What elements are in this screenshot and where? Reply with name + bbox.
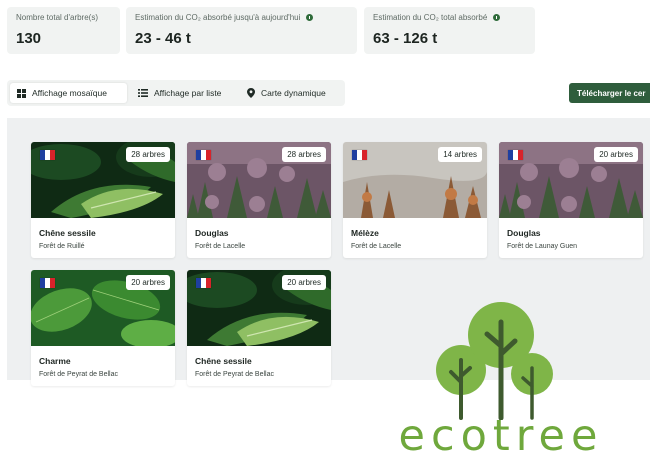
forest-name: Forêt de Lacelle (351, 243, 402, 250)
france-flag-icon (196, 150, 211, 160)
species-name: Chêne sessile (39, 228, 96, 238)
grid-icon (17, 88, 26, 98)
tree-count-badge: 14 arbres (438, 147, 482, 162)
view-tabs: Affichage mosaïque Affichage par liste C… (7, 80, 345, 106)
stat-total-trees: Nombre total d'arbre(s) 130 (7, 7, 120, 54)
france-flag-icon (196, 278, 211, 288)
species-name: Charme (39, 356, 71, 366)
logo-wordmark: ecotree (398, 411, 604, 461)
forest-name: Forêt de Peyrat de Bellac (39, 371, 118, 378)
forest-name: Forêt de Launay Guen (507, 243, 578, 250)
species-name: Douglas (507, 228, 541, 238)
tree-card[interactable]: 20 arbres Charme Forêt de Peyrat de Bell… (31, 270, 175, 386)
card-body: Douglas Forêt de Launay Guen (499, 218, 643, 258)
tree-count-badge: 28 arbres (126, 147, 170, 162)
tree-count-badge: 20 arbres (594, 147, 638, 162)
tab-list[interactable]: Affichage par liste (131, 83, 235, 103)
tab-map[interactable]: Carte dynamique (240, 83, 340, 103)
species-name: Douglas (195, 228, 229, 238)
tab-mosaic[interactable]: Affichage mosaïque (10, 83, 127, 103)
ecotree-logo: ecotree (395, 300, 607, 461)
france-flag-icon (40, 278, 55, 288)
tree-card[interactable]: 20 arbres Chêne sessile Forêt de Peyrat … (187, 270, 331, 386)
trees-logo-icon (436, 302, 553, 421)
tree-card[interactable]: 28 arbres Chêne sessile Forêt de Ruillé (31, 142, 175, 258)
stat-co2-to-date: Estimation du CO₂ absorbé jusqu'à aujour… (126, 7, 357, 54)
tree-count-badge: 20 arbres (126, 275, 170, 290)
download-certificate-button[interactable]: Télécharger le cer (569, 83, 650, 103)
map-pin-icon (247, 88, 255, 98)
france-flag-icon (40, 150, 55, 160)
stat-value: 130 (16, 30, 42, 47)
card-body: Chêne sessile Forêt de Ruillé (31, 218, 175, 258)
stat-value: 23 - 46 t (135, 30, 191, 47)
france-flag-icon (508, 150, 523, 160)
forest-name: Forêt de Lacelle (195, 243, 246, 250)
stat-label: Estimation du CO₂ total absorbé (373, 13, 526, 22)
forest-name: Forêt de Ruillé (39, 243, 85, 250)
forest-name: Forêt de Peyrat de Bellac (195, 371, 274, 378)
tree-card[interactable]: 14 arbres Mélèze Forêt de Lacelle (343, 142, 487, 258)
tree-card[interactable]: 28 arbres Douglas Forêt de Lacelle (187, 142, 331, 258)
tree-count-badge: 20 arbres (282, 275, 326, 290)
card-body: Douglas Forêt de Lacelle (187, 218, 331, 258)
stat-label: Nombre total d'arbre(s) (16, 13, 98, 22)
stat-label: Estimation du CO₂ absorbé jusqu'à aujour… (135, 13, 348, 22)
card-body: Chêne sessile Forêt de Peyrat de Bellac (187, 346, 331, 386)
card-body: Charme Forêt de Peyrat de Bellac (31, 346, 175, 386)
species-name: Chêne sessile (195, 356, 252, 366)
tree-card[interactable]: 20 arbres Douglas Forêt de Launay Guen (499, 142, 643, 258)
stat-co2-total: Estimation du CO₂ total absorbé 63 - 126… (364, 7, 535, 54)
tree-count-badge: 28 arbres (282, 147, 326, 162)
france-flag-icon (352, 150, 367, 160)
info-icon[interactable] (306, 14, 314, 21)
info-icon[interactable] (493, 14, 501, 21)
stat-value: 63 - 126 t (373, 30, 438, 47)
card-body: Mélèze Forêt de Lacelle (343, 218, 487, 258)
species-name: Mélèze (351, 228, 379, 238)
list-icon (138, 89, 148, 97)
